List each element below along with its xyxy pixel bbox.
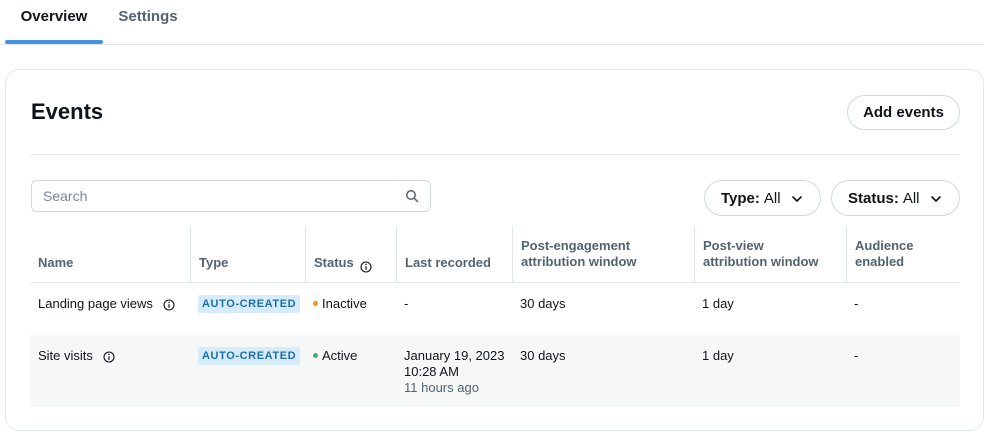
events-table: Name Type Status Last recorded Post-enga… xyxy=(30,226,960,407)
event-status-cell: Inactive xyxy=(313,296,367,312)
event-name: Landing page views xyxy=(38,296,153,311)
search-icon[interactable] xyxy=(405,189,419,203)
last-recorded-date: January 19, 2023 xyxy=(404,348,505,363)
last-recorded-cell: January 19, 2023 10:28 AM 11 hours ago xyxy=(404,348,504,396)
divider xyxy=(30,154,960,155)
audience-cell: - xyxy=(854,348,859,363)
type-filter-label: Type: xyxy=(721,189,760,207)
status-text: Inactive xyxy=(322,296,367,311)
chevron-down-icon xyxy=(792,196,802,202)
column-header-type[interactable]: Type xyxy=(190,226,305,283)
type-filter-dropdown[interactable]: Type: All xyxy=(704,180,821,216)
post-view-cell: 1 day xyxy=(702,296,734,311)
type-badge: AUTO-CREATED xyxy=(198,295,301,313)
status-filter-label: Status: xyxy=(848,189,899,207)
event-name: Site visits xyxy=(38,348,93,363)
last-recorded-cell: - xyxy=(404,296,409,311)
status-filter-value: All xyxy=(902,189,920,207)
column-header-name[interactable]: Name xyxy=(38,226,73,283)
type-badge: AUTO-CREATED xyxy=(198,347,301,365)
tab-settings[interactable]: Settings xyxy=(108,0,188,44)
chevron-down-icon xyxy=(931,196,941,202)
post-view-cell: 1 day xyxy=(702,348,734,363)
search-input[interactable] xyxy=(32,181,402,211)
status-dot xyxy=(313,301,318,307)
type-filter-value: All xyxy=(763,189,781,207)
column-header-post-engagement[interactable]: Post-engagement attribution window xyxy=(512,226,694,283)
last-recorded-time: 10:28 AM xyxy=(404,364,459,379)
tab-bar: Overview Settings xyxy=(0,0,984,45)
add-events-button[interactable]: Add events xyxy=(847,95,960,130)
column-header-status[interactable]: Status xyxy=(305,226,396,283)
tab-overview[interactable]: Overview xyxy=(5,0,103,44)
status-text: Active xyxy=(322,348,358,363)
audience-cell: - xyxy=(854,296,859,311)
info-icon[interactable] xyxy=(162,299,175,311)
column-header-last-recorded[interactable]: Last recorded xyxy=(396,226,512,283)
last-recorded-relative: 11 hours ago xyxy=(404,380,479,395)
event-status-cell: Active xyxy=(313,348,357,364)
column-header-post-view[interactable]: Post-view attribution window xyxy=(694,226,846,283)
status-filter-dropdown[interactable]: Status: All xyxy=(831,180,960,216)
table-row[interactable]: Site visits AUTO-CREATED Active January … xyxy=(30,335,960,407)
post-engagement-cell: 30 days xyxy=(520,348,566,363)
search-box xyxy=(31,180,431,212)
status-dot xyxy=(313,353,318,359)
event-type-cell: AUTO-CREATED xyxy=(198,295,301,313)
event-name-cell: Landing page views xyxy=(38,296,175,312)
post-engagement-cell: 30 days xyxy=(520,296,566,311)
info-icon[interactable] xyxy=(102,351,115,363)
info-icon[interactable] xyxy=(360,261,372,273)
table-header: Name Type Status Last recorded Post-enga… xyxy=(30,226,960,283)
table-row[interactable]: Landing page views AUTO-CREATED Inactive… xyxy=(30,283,960,335)
event-name-cell: Site visits xyxy=(38,348,115,364)
page-title: Events xyxy=(31,99,104,124)
event-type-cell: AUTO-CREATED xyxy=(198,347,301,365)
events-card: Events Add events Type: All Status: All … xyxy=(5,69,984,431)
column-header-audience[interactable]: Audience enabled xyxy=(846,226,960,283)
